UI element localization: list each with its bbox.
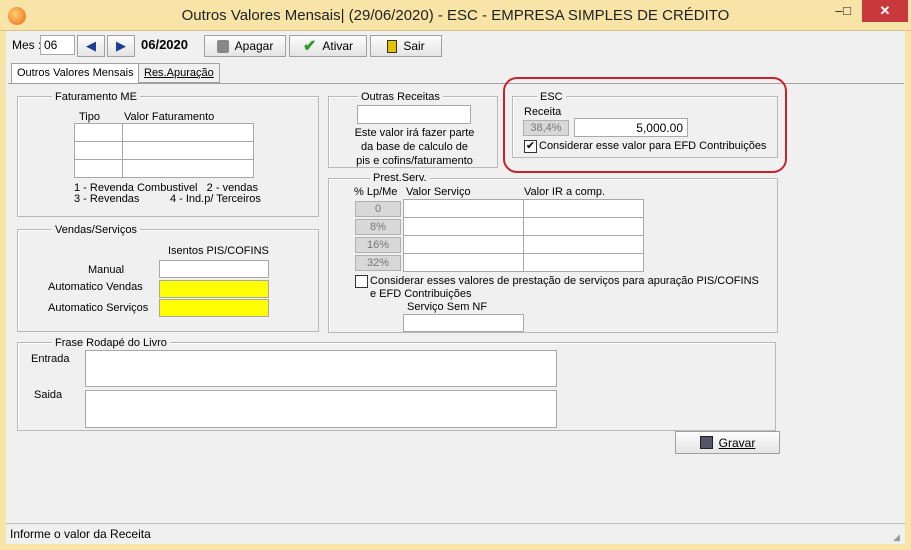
col-tipo: Tipo <box>79 111 100 123</box>
outras-note-1: Este valor irá fazer parte <box>354 127 475 139</box>
efd-checkbox[interactable]: ✔ <box>524 140 537 153</box>
auto-vendas-input[interactable] <box>159 280 269 298</box>
sair-button[interactable]: Sair <box>370 35 442 57</box>
col-valor-faturamento: Valor Faturamento <box>124 111 215 123</box>
col-valor-servico: Valor Serviço <box>406 186 471 198</box>
checkmark-icon: ✔ <box>302 38 317 55</box>
tipo-cell[interactable] <box>74 123 123 142</box>
auto-vendas-label: Automatico Vendas <box>48 281 143 293</box>
auto-servicos-label: Automatico Serviços <box>48 302 149 314</box>
valor-cell[interactable] <box>122 141 254 160</box>
rodape-legend: Frase Rodapé do Livro <box>52 337 170 349</box>
tab-outros-valores[interactable]: Outros Valores Mensais <box>11 63 140 83</box>
sem-nf-label: Serviço Sem NF <box>407 301 488 313</box>
saida-label: Saida <box>34 389 63 401</box>
esc-percent: 38,4% <box>523 120 569 136</box>
col-valor-ir: Valor IR a comp. <box>524 186 606 198</box>
valor-ir-cell[interactable] <box>523 253 644 272</box>
prest-checkbox-label: Considerar esses valores de prestação de… <box>370 275 759 301</box>
trash-icon <box>216 39 229 53</box>
prest-checkbox-line-2: e EFD Contribuições <box>370 288 472 300</box>
entrada-textarea[interactable] <box>85 350 557 387</box>
gravar-label: Gravar <box>718 435 756 450</box>
valor-cell[interactable] <box>122 159 254 178</box>
ativar-label: Ativar <box>322 39 354 53</box>
status-text: Informe o valor da Receita <box>10 527 151 541</box>
rate-cell: 32% <box>355 255 401 271</box>
mes-input[interactable]: 06 <box>40 35 75 55</box>
resize-grip-icon[interactable]: ◢ <box>893 532 903 542</box>
gravar-button[interactable]: Gravar <box>675 431 780 454</box>
arrow-left-icon: ◀ <box>86 38 96 53</box>
vendas-legend: Vendas/Serviços <box>52 224 140 236</box>
valor-ir-cell[interactable] <box>523 199 644 218</box>
prest-checkbox-line-1: Considerar esses valores de prestação de… <box>370 275 759 287</box>
tipo-cell[interactable] <box>74 159 123 178</box>
receita-input[interactable]: 5,000.00 <box>574 118 688 137</box>
faturamento-legend: Faturamento ME <box>52 91 140 103</box>
esc-legend: ESC <box>537 91 566 103</box>
period-label: 06/2020 <box>141 37 188 52</box>
valor-servico-cell[interactable] <box>403 199 524 218</box>
rate-cell: 16% <box>355 237 401 253</box>
receita-label: Receita <box>524 106 562 118</box>
apagar-button[interactable]: Apagar <box>204 35 286 57</box>
prev-month-button[interactable]: ◀ <box>77 35 105 57</box>
valor-cell[interactable] <box>122 123 254 142</box>
save-icon <box>699 436 713 449</box>
isentos-label: Isentos PIS/COFINS <box>168 245 269 257</box>
apagar-label: Apagar <box>234 39 274 53</box>
window-title: Outros Valores Mensais| (29/06/2020) - E… <box>181 7 730 24</box>
close-button[interactable]: ✕ <box>862 0 908 22</box>
outras-receitas-input[interactable] <box>357 105 471 124</box>
valor-servico-cell[interactable] <box>403 235 524 254</box>
tab-res-apuracao[interactable]: Res.Apuração <box>138 63 220 83</box>
prest-checkbox[interactable] <box>355 275 368 288</box>
arrow-right-icon: ▶ <box>116 38 126 53</box>
valor-ir-cell[interactable] <box>523 217 644 236</box>
rate-cell: 8% <box>355 219 401 235</box>
outras-note-2: da base de calculo de <box>360 141 469 153</box>
prest-serv-legend: Prest.Serv. <box>370 172 430 184</box>
valor-ir-cell[interactable] <box>523 235 644 254</box>
maximize-button[interactable]: □ <box>834 0 860 22</box>
manual-label: Manual <box>88 264 125 276</box>
mes-label: Mes : <box>12 38 42 52</box>
valor-servico-cell[interactable] <box>403 253 524 272</box>
tipo-cell[interactable] <box>74 141 123 160</box>
manual-input[interactable] <box>159 260 269 278</box>
col-lp-me: % Lp/Me <box>354 186 398 198</box>
next-month-button[interactable]: ▶ <box>107 35 135 57</box>
entrada-label: Entrada <box>31 353 70 365</box>
exit-door-icon <box>387 39 398 53</box>
sair-label: Sair <box>403 39 425 53</box>
outras-note-3: pis e cofins/faturamento <box>356 155 473 167</box>
outras-receitas-note: Este valor irá fazer parte da base de ca… <box>328 126 501 168</box>
ativar-button[interactable]: ✔ Ativar <box>289 35 367 57</box>
valor-servico-cell[interactable] <box>403 217 524 236</box>
auto-servicos-input[interactable] <box>159 299 269 317</box>
saida-textarea[interactable] <box>85 390 557 428</box>
outras-receitas-legend: Outras Receitas <box>358 91 443 103</box>
rate-cell: 0 <box>355 201 401 217</box>
sem-nf-input[interactable] <box>403 314 524 332</box>
faturamento-note-2: 3 - Revendas 4 - Ind.p/ Terceiros <box>74 193 261 205</box>
efd-checkbox-label: Considerar esse valor para EFD Contribui… <box>539 140 767 152</box>
